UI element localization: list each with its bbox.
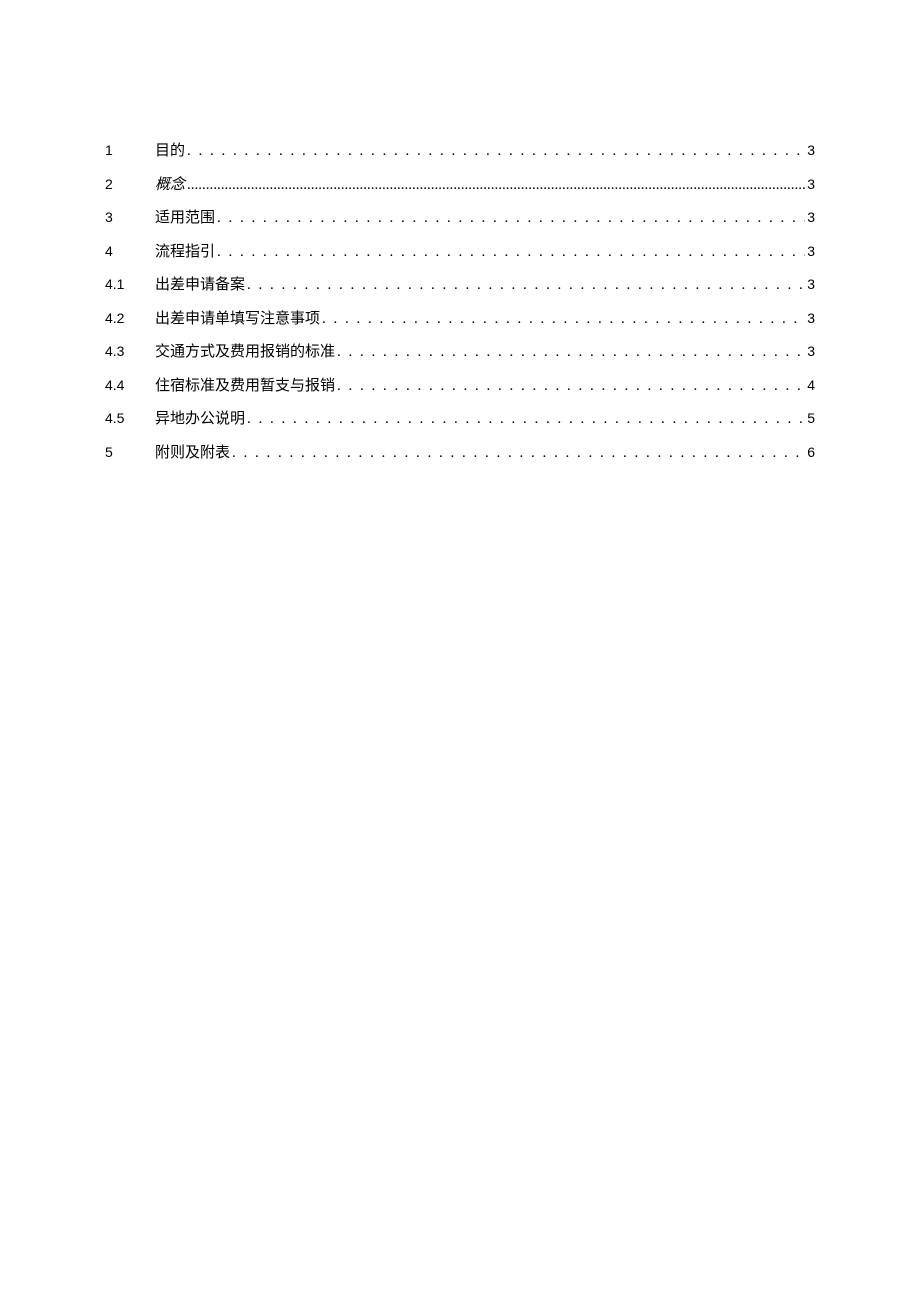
toc-leader bbox=[322, 308, 805, 331]
toc-entry[interactable]: 1 目的 3 bbox=[105, 140, 815, 163]
toc-entry[interactable]: 4.2 出差申请单填写注意事项 3 bbox=[105, 308, 815, 331]
toc-leader bbox=[187, 140, 805, 163]
toc-entry[interactable]: 4 流程指引 3 bbox=[105, 241, 815, 264]
toc-entry-title: 异地办公说明 bbox=[155, 408, 245, 431]
toc-leader bbox=[337, 375, 805, 398]
toc-entry-number: 4.1 bbox=[105, 274, 155, 295]
toc-entry[interactable]: 4.1 出差申请备案 3 bbox=[105, 274, 815, 297]
toc-entry[interactable]: 4.5 异地办公说明 5 bbox=[105, 408, 815, 431]
toc-entry-title: 出差申请备案 bbox=[155, 274, 245, 297]
table-of-contents: 1 目的 3 2 概念 3 3 适用范围 3 4 流程指引 3 4.1 出差申请… bbox=[105, 140, 815, 464]
toc-entry-number: 2 bbox=[105, 174, 155, 195]
toc-entry-number: 5 bbox=[105, 442, 155, 463]
toc-entry-title: 交通方式及费用报销的标准 bbox=[155, 341, 335, 364]
toc-entry-number: 4.5 bbox=[105, 408, 155, 429]
toc-entry-page: 4 bbox=[807, 375, 815, 396]
toc-leader bbox=[187, 174, 805, 197]
toc-entry[interactable]: 4.4 住宿标准及费用暂支与报销 4 bbox=[105, 375, 815, 398]
toc-entry-page: 6 bbox=[807, 442, 815, 463]
toc-entry-page: 5 bbox=[807, 408, 815, 429]
toc-entry-number: 4.3 bbox=[105, 341, 155, 362]
toc-entry-title: 出差申请单填写注意事项 bbox=[155, 308, 320, 331]
toc-entry-title: 流程指引 bbox=[155, 241, 215, 264]
toc-entry-page: 3 bbox=[807, 241, 815, 262]
toc-leader bbox=[247, 408, 805, 431]
toc-entry-title: 目的 bbox=[155, 140, 185, 163]
toc-entry-title: 住宿标准及费用暂支与报销 bbox=[155, 375, 335, 398]
toc-entry-number: 3 bbox=[105, 207, 155, 228]
toc-entry-page: 3 bbox=[807, 274, 815, 295]
toc-entry[interactable]: 3 适用范围 3 bbox=[105, 207, 815, 230]
toc-entry-page: 3 bbox=[807, 308, 815, 329]
toc-leader bbox=[232, 442, 805, 465]
toc-entry-title: 概念 bbox=[155, 174, 185, 197]
toc-entry-number: 4.4 bbox=[105, 375, 155, 396]
toc-entry-page: 3 bbox=[807, 341, 815, 362]
toc-entry-title: 适用范围 bbox=[155, 207, 215, 230]
toc-entry-page: 3 bbox=[807, 174, 815, 195]
toc-entry[interactable]: 2 概念 3 bbox=[105, 174, 815, 197]
toc-entry-title: 附则及附表 bbox=[155, 442, 230, 465]
toc-entry-number: 4.2 bbox=[105, 308, 155, 329]
toc-entry-page: 3 bbox=[807, 207, 815, 228]
toc-leader bbox=[337, 341, 805, 364]
toc-entry[interactable]: 4.3 交通方式及费用报销的标准 3 bbox=[105, 341, 815, 364]
toc-entry[interactable]: 5 附则及附表 6 bbox=[105, 442, 815, 465]
toc-leader bbox=[247, 274, 805, 297]
toc-leader bbox=[217, 241, 805, 264]
toc-leader bbox=[217, 207, 805, 230]
toc-entry-number: 1 bbox=[105, 140, 155, 161]
toc-entry-page: 3 bbox=[807, 140, 815, 161]
toc-entry-number: 4 bbox=[105, 241, 155, 262]
